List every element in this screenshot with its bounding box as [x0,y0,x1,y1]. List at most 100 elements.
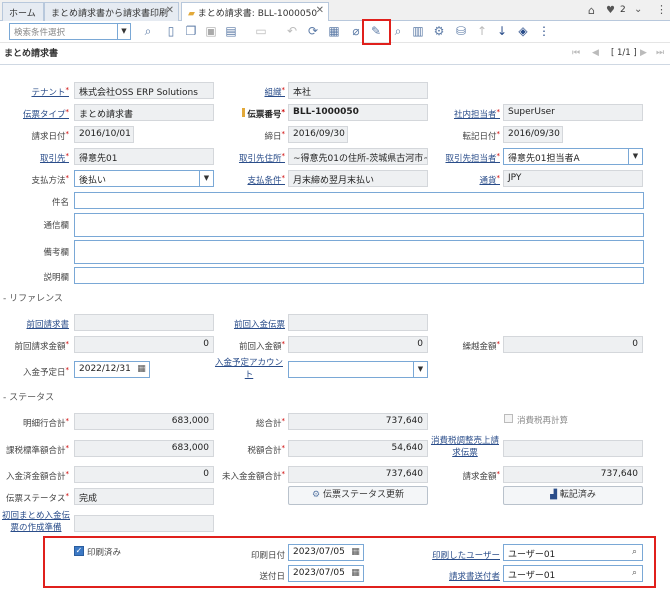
prev-icon[interactable]: ◀ [592,48,599,58]
payacct-label[interactable]: 入金予定アカウント [214,357,284,381]
payterm-label[interactable]: 支払条件* [220,174,285,186]
salesrep-field: SuperUser [503,104,643,121]
tab-active-label: まとめ請求書: BLL-1000050 [197,9,318,19]
search-icon[interactable]: ⌕ [627,545,642,560]
tenant-label[interactable]: テナント* [4,86,69,98]
open-label: 未入金金額合計* [221,470,285,482]
chevron-down-icon[interactable]: ▼ [413,362,427,377]
section-status[interactable]: - ステータス [3,390,54,403]
recalc-label: 消費税再計算 [517,416,569,426]
taxadj-label[interactable]: 消費税調整売上請求伝票 [430,435,500,459]
docno-field: BLL-1000050 [288,104,428,121]
printuser-input[interactable]: ユーザー01 ⌕ [503,544,643,561]
bpcontact-select[interactable]: 得意先01担当者A ▼ [503,148,643,165]
total-field: 737,640 [288,413,428,430]
senduser-input[interactable]: ユーザー01 ⌕ [503,565,643,582]
home-icon[interactable]: ⌂ [588,4,595,17]
docstatus-field: 完成 [74,488,214,505]
copy-icon[interactable]: ❐ [183,23,199,39]
taxbase-label: 課税標準額合計* [5,444,69,456]
notify-count: 2 [620,5,626,15]
printed-checkbox[interactable]: ✓ [74,546,84,556]
prevpay-label[interactable]: 前回入金伝票 [220,318,285,330]
currency-label[interactable]: 通貨* [430,174,500,186]
calendar-icon[interactable]: ▦ [134,362,149,377]
invdate-field: 2016/10/01 [74,126,134,143]
initpay-field [74,515,214,532]
chevron-down-icon[interactable]: ▼ [117,24,130,39]
posted-button[interactable]: ▟ 転記済み [503,486,643,505]
arrow-down-icon[interactable]: ↓ [494,23,510,39]
arrow-up-icon[interactable]: ↑ [474,23,490,39]
printdate-input[interactable]: 2023/07/05 ▦ [288,544,364,561]
payterm-field: 月末締め翌月末払い [288,170,428,187]
tenant-field: 株式会社OSS ERP Solutions [74,82,214,99]
comm-textarea[interactable] [74,213,644,237]
first-icon[interactable]: ⏮ [572,48,580,58]
menu-icon[interactable]: ⋮ [536,23,552,39]
search-icon[interactable]: ⌕ [140,23,156,39]
printuser-label[interactable]: 印刷したユーザー [420,549,500,561]
gear-icon: ⚙ [312,490,323,500]
bploc-field: ~得意先01の住所-茨城県古河市~ [288,148,428,165]
last-icon[interactable]: ⏭ [656,48,664,58]
senduser-label[interactable]: 請求書送付者 [420,570,500,582]
previnv-label[interactable]: 前回請求書 [4,318,69,330]
payacct-select[interactable]: ▼ [288,361,428,378]
carry-label: 繰越金額* [462,340,500,352]
archive-icon[interactable]: ⛁ [453,23,469,39]
refresh-icon[interactable]: ⟳ [305,23,321,39]
initpay-label[interactable]: 初回まとめ入金伝票の作成準備 [2,510,70,534]
update-status-button[interactable]: ⚙ 伝票ステータス更新 [288,486,428,505]
salesrep-label[interactable]: 社内担当者* [430,108,500,120]
document-icon: ▰ [188,9,198,19]
save-icon[interactable]: ▣ [203,23,219,39]
zoom-icon[interactable]: ⌕ [390,23,406,39]
bell-icon[interactable]: ♥ [606,5,615,16]
doctype-label[interactable]: 伝票タイプ* [4,108,69,120]
senddate-input[interactable]: 2023/07/05 ▦ [288,565,364,582]
org-label[interactable]: 組織* [220,86,285,98]
prevpay-field [288,314,428,331]
desc-label: 説明欄 [43,273,69,283]
recalc-checkbox[interactable] [504,414,513,423]
invdate-label: 請求日付* [31,130,69,142]
tab-home[interactable]: ホーム [2,2,44,21]
report-icon[interactable]: ▦ [326,23,342,39]
close-icon[interactable]: ✕ [316,5,324,16]
bploc-label[interactable]: 取引先住所* [220,152,285,164]
desc-input[interactable] [74,267,644,284]
open-field: 737,640 [288,466,428,483]
payrule-select[interactable]: 後払い ▼ [74,170,214,187]
search-input[interactable]: 検索条件選択 [9,23,131,40]
tab-active[interactable]: ▰ まとめ請求書: BLL-1000050 ✕ [181,2,329,22]
bp-label[interactable]: 取引先* [4,152,69,164]
duedate-input[interactable]: 2022/12/31 ▦ [74,361,150,378]
bpcontact-label[interactable]: 取引先担当者* [430,152,500,164]
comm-label: 通信欄 [43,221,69,231]
save-new-icon[interactable]: ▤ [223,23,239,39]
subject-input[interactable] [74,192,644,209]
tag-icon[interactable]: ◈ [515,23,531,39]
next-icon[interactable]: ▶ [640,48,647,58]
chevron-down-icon[interactable]: ▼ [628,149,642,164]
search-icon[interactable]: ⌕ [627,566,642,581]
chevron-down-icon[interactable]: ⌄ [634,4,642,15]
remark-textarea[interactable] [74,240,644,264]
section-reference[interactable]: - リファレンス [3,291,63,304]
gear-icon[interactable]: ⚙ [431,23,447,39]
print-icon[interactable]: ▥ [410,23,426,39]
new-icon[interactable]: ▯ [163,23,179,39]
previnvamt-field: 0 [74,336,214,353]
close-icon[interactable]: ✕ [166,5,174,16]
tab-print[interactable]: まとめ請求書から請求書印刷 ✕ [44,2,179,21]
chevron-down-icon[interactable]: ▼ [199,171,213,186]
undo-icon[interactable]: ↶ [284,23,300,39]
more-icon[interactable]: ⋮ [656,3,667,16]
lines-label: 明細行合計* [22,417,69,429]
calendar-icon[interactable]: ▦ [348,566,363,581]
delete-icon[interactable]: ▭ [253,23,269,39]
calendar-icon[interactable]: ▦ [348,545,363,560]
doctype-field: まとめ請求書 [74,104,214,121]
bp-field: 得意先01 [74,148,214,165]
